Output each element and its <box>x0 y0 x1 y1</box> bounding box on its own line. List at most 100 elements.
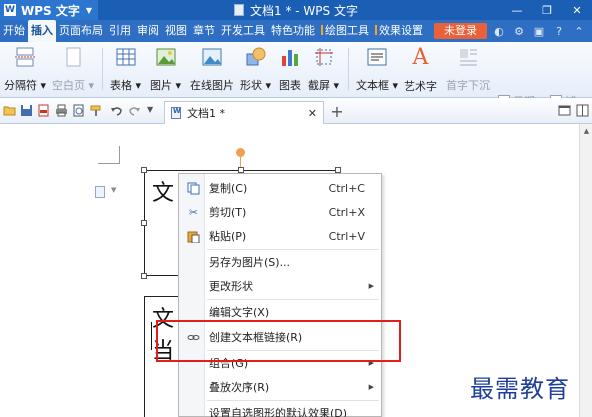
blank-page-label: 空白页 ▾ <box>52 79 95 92</box>
document-icon <box>234 4 244 16</box>
save-icon[interactable] <box>20 104 33 117</box>
minimize-icon[interactable]: — <box>502 0 532 20</box>
menu-right-icons: ◐ ⚙ ▣ ? ⌃ <box>492 24 592 38</box>
ribbon-divider <box>102 48 103 90</box>
paragraph-layout-icon[interactable] <box>95 186 105 198</box>
menu-item-label: 设置自选图形的默认效果(D) <box>209 407 348 417</box>
separator-button[interactable]: 分隔符 ▾ <box>4 45 46 93</box>
textbox-button[interactable]: 文本框 ▾ <box>356 45 398 93</box>
print-icon[interactable] <box>55 104 68 117</box>
scroll-up-icon[interactable]: ▲ <box>580 124 592 137</box>
menu-item-arrange-order[interactable]: 叠放次序(R) ▶ <box>179 375 381 399</box>
submenu-arrow-icon: ▶ <box>368 383 374 391</box>
collapse-ribbon-icon[interactable]: ⌃ <box>572 24 586 38</box>
ribbon-insert: 分隔符 ▾ 空白页 ▾ 表格 ▾ 图片 ▾ 在线图片 形状 ▾ 图表 截屏 ▾ … <box>0 42 592 134</box>
shape-label: 形状 ▾ <box>240 79 272 92</box>
close-icon[interactable]: ✕ <box>562 0 592 20</box>
submenu-arrow-icon: ▶ <box>368 282 374 290</box>
resize-handle-left[interactable] <box>141 220 147 226</box>
menu-item-paste[interactable]: 粘贴(P) Ctrl+V <box>179 224 381 248</box>
bar-chart-icon <box>278 45 302 68</box>
menu-item-label: 叠放次序(R) <box>209 381 270 394</box>
drop-cap-icon <box>456 45 480 68</box>
format-painter-icon[interactable] <box>90 104 103 117</box>
rotation-handle[interactable] <box>236 148 245 157</box>
shape-button[interactable]: 形状 ▾ <box>240 45 271 93</box>
text-cursor <box>151 322 152 350</box>
layout-icon[interactable] <box>576 104 589 117</box>
online-picture-label: 在线图片 <box>190 79 234 92</box>
redo-icon[interactable] <box>128 104 141 117</box>
vertical-scrollbar[interactable]: ▲ <box>579 124 592 417</box>
menu-bar: 开始 插入 页面布局 引用 审阅 视图 章节 开发工具 特色功能 绘图工具 效果… <box>0 20 592 42</box>
settings-icon[interactable]: ⚙ <box>512 24 526 38</box>
table-icon <box>114 45 138 68</box>
menu-item-set-default-shape-effect[interactable]: 设置自选图形的默认效果(D) <box>179 401 381 417</box>
table-button[interactable]: 表格 ▾ <box>110 45 141 93</box>
screenshot-button[interactable]: 截屏 ▾ <box>308 45 339 93</box>
tab-developer[interactable]: 开发工具 <box>218 20 268 42</box>
new-tab-icon[interactable]: + <box>328 101 346 121</box>
customize-toolbar-icon[interactable]: ▼ <box>147 105 153 114</box>
blank-page-button[interactable]: 空白页 ▾ <box>52 45 94 93</box>
window-tile-icon[interactable] <box>558 104 571 117</box>
login-button[interactable]: 未登录 <box>434 23 487 39</box>
menu-item-shortcut: Ctrl+V <box>328 229 365 243</box>
tab-section[interactable]: 章节 <box>190 20 218 42</box>
drop-cap-label: 首字下沉 <box>446 79 490 92</box>
tab-page-layout[interactable]: 页面布局 <box>56 20 106 42</box>
scissors-icon: ✂ <box>188 205 199 219</box>
page-break-icon <box>13 45 37 68</box>
tab-effect-settings[interactable]: 效果设置 <box>372 20 426 42</box>
tab-features[interactable]: 特色功能 <box>268 20 318 42</box>
tab-review[interactable]: 审阅 <box>134 20 162 42</box>
tab-references[interactable]: 引用 <box>106 20 134 42</box>
picture-button[interactable]: 图片 ▾ <box>150 45 181 93</box>
tab-drawing-tools[interactable]: 绘图工具 <box>318 20 372 42</box>
export-pdf-icon[interactable] <box>37 104 50 117</box>
tab-start[interactable]: 开始 <box>0 20 28 42</box>
drop-cap-button[interactable]: 首字下沉 <box>446 45 490 93</box>
tab-view[interactable]: 视图 <box>162 20 190 42</box>
title-bar: W WPS 文字 ▼ 文档1 * - WPS 文字 — ❐ ✕ <box>0 0 592 20</box>
window-title-text: 文档1 * - WPS 文字 <box>250 3 358 18</box>
shirt-icon[interactable]: ▣ <box>532 24 546 38</box>
chart-button[interactable]: 图表 <box>278 45 302 93</box>
shapes-icon <box>244 45 268 68</box>
resize-handle-top-left[interactable] <box>141 167 147 173</box>
help-icon[interactable]: ? <box>552 24 566 38</box>
page-margin-corner <box>98 146 120 164</box>
menu-item-label: 粘贴(P) <box>209 230 247 243</box>
skin-icon[interactable]: ◐ <box>492 24 506 38</box>
close-tab-icon[interactable]: ✕ <box>308 107 317 120</box>
tab-insert[interactable]: 插入 <box>28 20 56 42</box>
screenshot-label: 截屏 ▾ <box>308 79 340 92</box>
menu-item-copy[interactable]: 复制(C) Ctrl+C <box>179 176 381 200</box>
menu-item-change-shape[interactable]: 更改形状 ▶ <box>179 274 381 298</box>
chevron-down-icon: ▼ <box>85 5 92 15</box>
quick-access-bar: ▼ 文档1 * ✕ + <box>0 98 592 124</box>
menu-item-save-as-picture[interactable]: 另存为图片(S)... <box>179 250 381 274</box>
undo-icon[interactable] <box>110 104 123 117</box>
copy-icon <box>187 182 200 195</box>
resize-handle-bottom-left[interactable] <box>141 273 147 279</box>
art-text-label: 艺术字 <box>404 80 437 93</box>
art-text-button[interactable]: A 艺术字 <box>404 45 437 94</box>
document-tab[interactable]: 文档1 * ✕ <box>164 101 324 124</box>
maximize-icon[interactable]: ❐ <box>532 0 562 20</box>
table-label: 表格 ▾ <box>110 79 142 92</box>
textbox-label: 文本框 ▾ <box>356 79 399 92</box>
picture-icon <box>154 45 178 68</box>
watermark-text: 最需教育 <box>470 375 570 403</box>
open-folder-icon[interactable] <box>3 104 16 117</box>
online-picture-button[interactable]: 在线图片 <box>190 45 234 93</box>
menu-item-cut[interactable]: ✂ 剪切(T) Ctrl+X <box>179 200 381 224</box>
chart-label: 图表 <box>279 79 301 92</box>
app-menu-button[interactable]: W WPS 文字 ▼ <box>0 0 98 20</box>
chevron-down-icon[interactable]: ▼ <box>111 186 116 194</box>
screenshot-icon <box>312 45 336 68</box>
print-preview-icon[interactable] <box>72 104 85 117</box>
context-menu: 复制(C) Ctrl+C ✂ 剪切(T) Ctrl+X 粘贴(P) Ctrl+V… <box>178 173 382 417</box>
app-name: WPS 文字 <box>21 3 80 18</box>
window-controls: — ❐ ✕ <box>502 0 592 20</box>
